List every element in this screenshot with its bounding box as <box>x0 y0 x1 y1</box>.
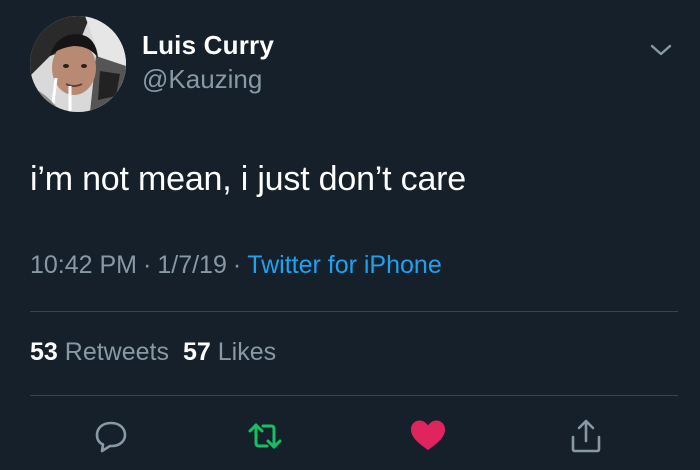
reply-button[interactable] <box>91 416 131 456</box>
retweets-count: 53 <box>30 338 58 366</box>
divider <box>30 311 678 312</box>
retweets-stat[interactable]: 53 Retweets <box>30 338 169 366</box>
tweet-stats: 53 Retweets 57 Likes <box>30 338 276 367</box>
tweet-actions <box>0 412 700 462</box>
avatar-image <box>30 16 126 112</box>
tweet-time: 10:42 PM <box>30 251 138 279</box>
tweet-date: 1/7/19 <box>157 251 227 279</box>
retweet-icon <box>248 423 282 449</box>
divider <box>30 395 678 396</box>
likes-count: 57 <box>182 338 211 366</box>
tweet-text: i’m not mean, i just don’t care <box>30 160 466 198</box>
retweets-label: Retweets <box>64 338 169 366</box>
chevron-down-icon[interactable] <box>648 40 674 60</box>
avatar[interactable] <box>30 16 126 112</box>
like-button[interactable] <box>408 416 448 456</box>
likes-label: Likes <box>217 338 277 366</box>
heart-icon <box>411 420 445 450</box>
meta-separator: · <box>232 251 242 279</box>
share-icon <box>571 419 601 453</box>
reply-icon <box>95 421 127 453</box>
tweet-source-link[interactable]: Twitter for iPhone <box>247 251 442 279</box>
tweet-detail: Luis Curry @Kauzing i’m not mean, i just… <box>0 0 700 470</box>
meta-separator: · <box>143 251 152 279</box>
tweet-meta: 10:42 PM · 1/7/19 · Twitter for iPhone <box>30 251 442 280</box>
retweet-button[interactable] <box>245 416 285 456</box>
user-handle[interactable]: @Kauzing <box>142 64 262 95</box>
likes-stat[interactable]: 57 Likes <box>183 338 276 366</box>
user-display-name[interactable]: Luis Curry <box>142 30 274 61</box>
share-button[interactable] <box>566 416 606 456</box>
